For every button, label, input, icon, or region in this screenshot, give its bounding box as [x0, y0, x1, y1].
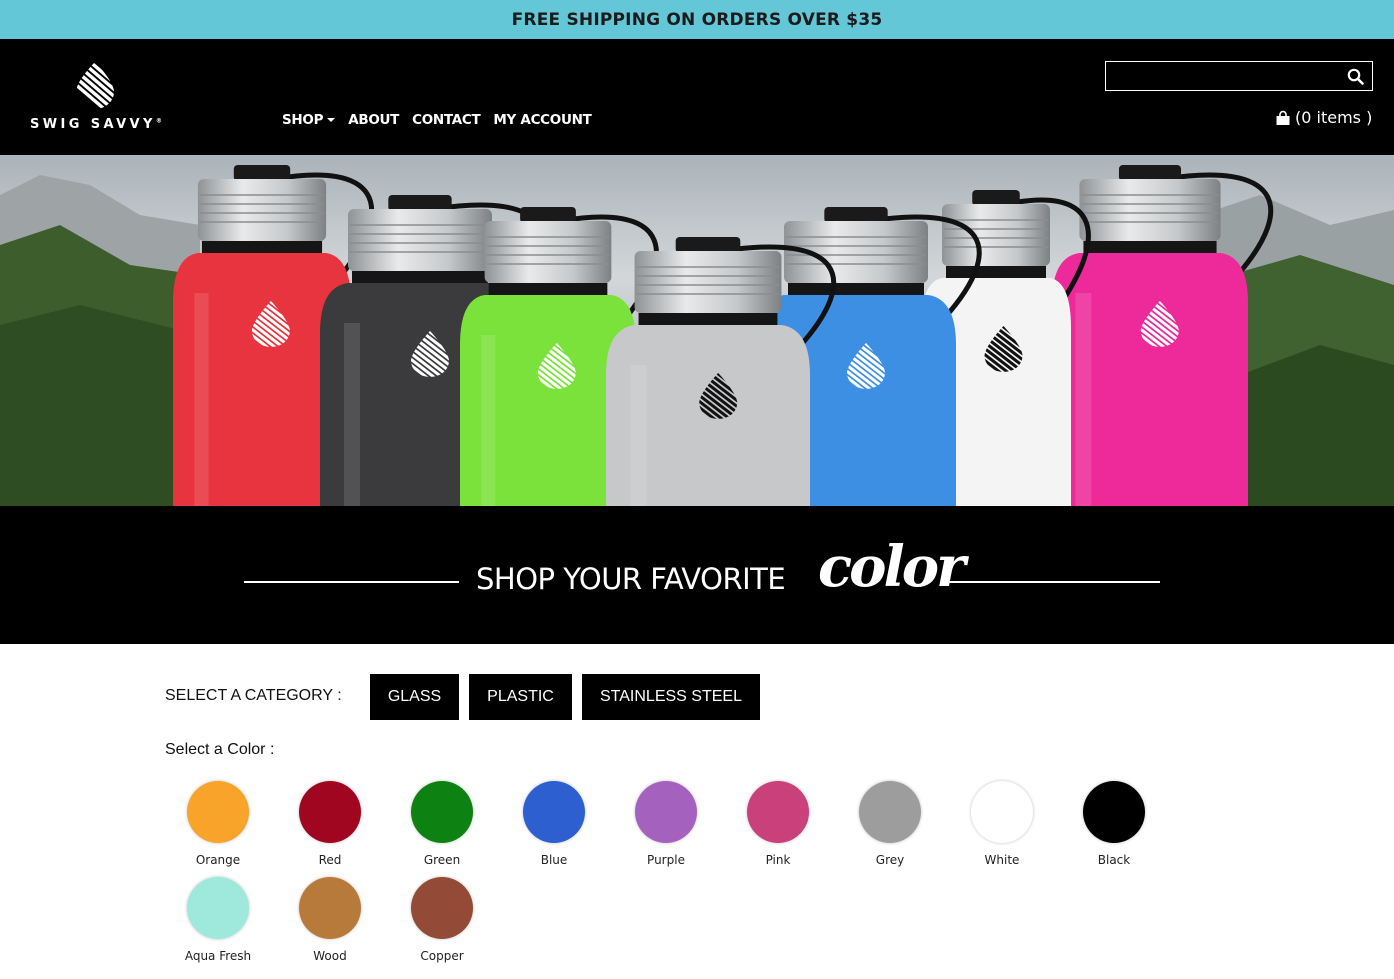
color-circle [523, 781, 585, 843]
color-name: Copper [420, 949, 464, 963]
color-name: Purple [647, 853, 685, 867]
color-circle [971, 781, 1033, 843]
color-swatch-copper[interactable]: Copper [386, 877, 498, 963]
divider-line-left [244, 581, 459, 583]
nav-contact[interactable]: CONTACT [412, 112, 481, 128]
color-swatch-grey[interactable]: Grey [834, 781, 946, 867]
color-swatch-black[interactable]: Black [1058, 781, 1170, 867]
color-name: Grey [875, 853, 905, 867]
search-box [1105, 61, 1373, 91]
color-name: Black [1097, 853, 1131, 867]
divider-line-right [945, 581, 1160, 583]
logo-text: SWIG SAVVY® [30, 117, 162, 132]
color-circle [1083, 781, 1145, 843]
color-swatch-aqua-fresh[interactable]: Aqua Fresh [162, 877, 274, 963]
color-circle [411, 781, 473, 843]
color-name: White [984, 853, 1020, 867]
color-circle [299, 877, 361, 939]
cart-count: (0 items ) [1295, 108, 1373, 127]
color-circle [635, 781, 697, 843]
color-name: Orange [195, 853, 241, 867]
color-swatch-red[interactable]: Red [274, 781, 386, 867]
category-label: SELECT A CATEGORY : [165, 687, 342, 704]
banner-script-word: color [818, 534, 966, 600]
color-swatch-pink[interactable]: Pink [722, 781, 834, 867]
bottles-illustration [0, 155, 1394, 506]
water-drop-logo-icon [76, 62, 114, 109]
color-name: Green [423, 853, 461, 867]
color-name: Pink [765, 853, 791, 867]
cart-link[interactable]: (0 items ) [1275, 108, 1372, 127]
color-swatch-orange[interactable]: Orange [162, 781, 274, 867]
shopping-bag-icon [1276, 110, 1290, 125]
category-glass-button[interactable]: GLASS [370, 674, 459, 720]
color-label: Select a Color : [165, 741, 275, 758]
color-name: Blue [540, 853, 568, 867]
color-swatch-wood[interactable]: Wood [274, 877, 386, 963]
search-icon[interactable] [1347, 68, 1364, 85]
color-name: Red [318, 853, 342, 867]
logo[interactable]: SWIG SAVVY® [30, 61, 170, 137]
nav-about[interactable]: ABOUT [348, 112, 399, 128]
promo-text: FREE SHIPPING ON ORDERS OVER $35 [511, 9, 883, 30]
color-circle [747, 781, 809, 843]
color-name: Wood [313, 949, 347, 963]
nav-my-account[interactable]: MY ACCOUNT [493, 112, 591, 128]
category-stainless-steel-button[interactable]: STAINLESS STEEL [582, 674, 760, 720]
category-plastic-button[interactable]: PLASTIC [469, 674, 572, 720]
color-circle [411, 877, 473, 939]
color-circle [299, 781, 361, 843]
color-name: Aqua Fresh [184, 949, 252, 963]
nav-shop[interactable]: SHOP [282, 112, 336, 128]
color-circle [187, 877, 249, 939]
site-header: SWIG SAVVY® SHOP ABOUT CONTACT MY ACCOUN… [0, 39, 1394, 155]
color-circle [859, 781, 921, 843]
color-swatch-white[interactable]: White [946, 781, 1058, 867]
shop-color-banner: SHOP YOUR FAVORITE color [0, 506, 1394, 644]
color-swatch-blue[interactable]: Blue [498, 781, 610, 867]
color-swatch-green[interactable]: Green [386, 781, 498, 867]
main-nav: SHOP ABOUT CONTACT MY ACCOUNT [282, 112, 592, 128]
search-input[interactable] [1112, 65, 1337, 87]
banner-heading: SHOP YOUR FAVORITE [476, 562, 786, 596]
color-swatch-purple[interactable]: Purple [610, 781, 722, 867]
color-circle [187, 781, 249, 843]
hero-image [0, 155, 1394, 506]
caret-down-icon [327, 118, 336, 122]
promo-bar: FREE SHIPPING ON ORDERS OVER $35 [0, 0, 1394, 39]
